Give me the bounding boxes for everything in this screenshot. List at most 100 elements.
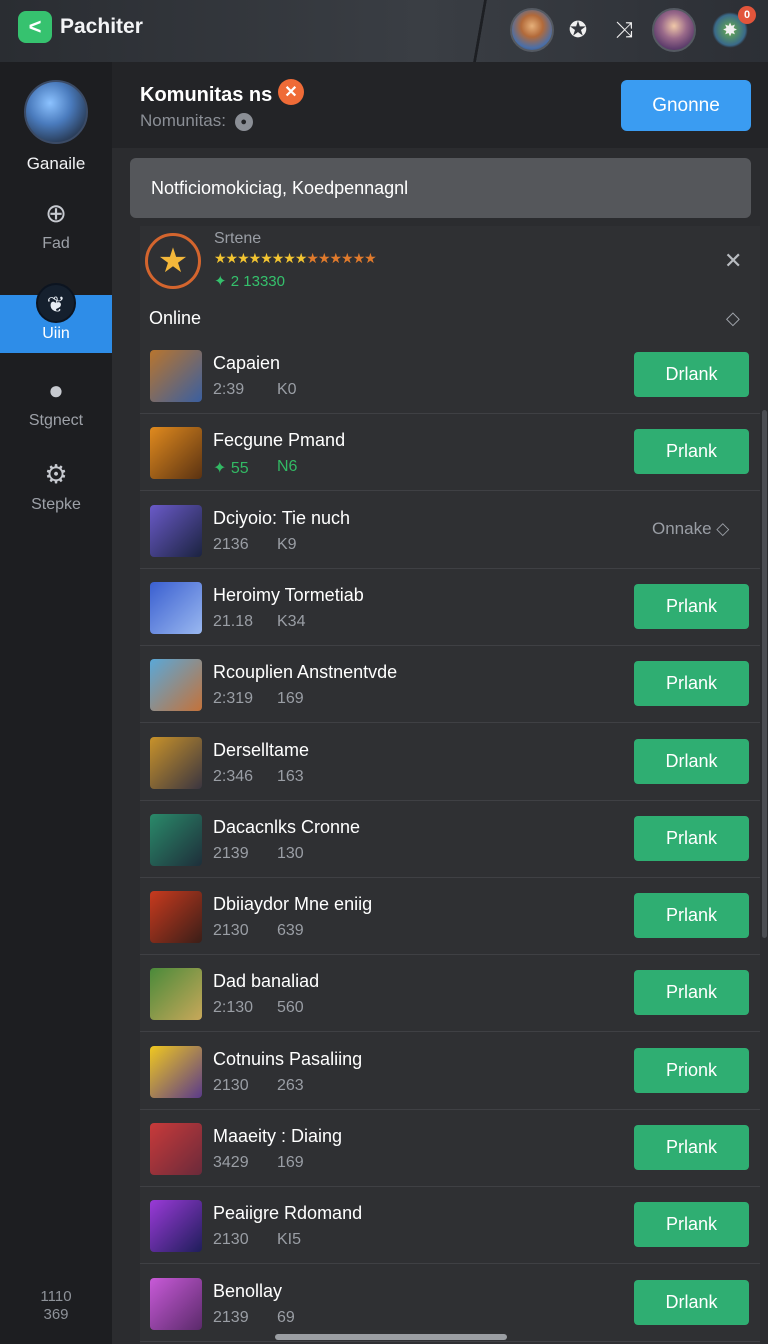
sidebar: Ganaile ⊕ Fad ❦ Uiin ● Stgnect ⚙ Stepke … xyxy=(0,62,112,1344)
panel-subtitle: Nomunitas: ● xyxy=(140,111,253,131)
back-logo-icon[interactable]: < xyxy=(18,11,52,43)
list-item[interactable]: Dbiiaydor Mne eniig 2130 639 Prlank xyxy=(140,878,760,956)
game-thumbnail xyxy=(150,659,202,712)
list-item[interactable]: Dacacnlks Cronne 2139 130 Prlank xyxy=(140,801,760,878)
friends-list: ★ Srtene ★★★★★★★★★★★★★★ ✦ 2 13330 ✕ Onli… xyxy=(140,226,760,1344)
item-action-button[interactable]: Prlank xyxy=(634,583,749,629)
item-stat-a: 2:39 xyxy=(213,381,245,398)
list-item[interactable]: Rcouplien Anstnentvde 2:319 169 Prlank xyxy=(140,646,760,724)
item-stat-a: 2:319 xyxy=(213,690,254,708)
shuffle-icon[interactable]: ⤨ xyxy=(608,14,640,46)
game-thumbnail xyxy=(150,1123,202,1175)
dismiss-icon[interactable]: ✕ xyxy=(724,248,742,274)
profile-count-value: 2 13330 xyxy=(230,273,285,290)
sprout-icon: ✦ xyxy=(214,273,227,290)
item-stat-b: 263 xyxy=(277,1076,304,1094)
game-thumbnail xyxy=(150,504,202,557)
item-stat-a: 3429 xyxy=(213,1154,249,1171)
game-thumbnail xyxy=(150,968,202,1021)
list-item[interactable]: Peaiigre Rdomand 2130 KI5 Prlank xyxy=(140,1187,760,1265)
primary-button[interactable]: Gnonne xyxy=(621,80,751,131)
list-item[interactable]: Dciyoio: Tie nuch 2136 K9 Onnake ◇ xyxy=(140,492,760,569)
settings-cog-icon[interactable]: ✪ xyxy=(562,14,594,46)
item-title: Dacacnlks Cronne xyxy=(213,816,361,837)
list-item[interactable]: Derselltame 2:346 163 Drlank xyxy=(140,724,760,801)
item-stat-a: 2130 xyxy=(213,1076,249,1094)
notification-bar[interactable]: Notficiomokiciag, Koedpennagnl xyxy=(130,158,751,218)
item-stat-b: 560 xyxy=(277,999,304,1017)
sidebar-item-stgnect[interactable]: ● Stgnect xyxy=(0,374,112,430)
item-title: Peaiigre Rdomand xyxy=(213,1203,363,1224)
game-thumbnail xyxy=(150,581,202,634)
item-stat-a: 2:346 xyxy=(213,767,254,785)
scrollbar[interactable] xyxy=(762,410,767,938)
profile-count: ✦ 2 13330 xyxy=(214,272,285,290)
panel-header: Komunitas ns ✕ Nomunitas: ● Gnonne xyxy=(112,62,768,148)
list-item[interactable]: Capaien 2:39 K0 Drlank xyxy=(140,337,760,414)
sidebar-item-label: Fad xyxy=(42,235,70,252)
star-badge-icon: ★ xyxy=(145,233,201,289)
top-bar-divider xyxy=(470,0,490,62)
item-stat-a: 2139 xyxy=(213,1308,249,1326)
item-stat-b: 163 xyxy=(277,767,304,785)
sidebar-item-stepke[interactable]: ⚙ Stepke xyxy=(0,458,112,514)
panel-title: Komunitas ns xyxy=(140,84,273,106)
item-title: Benollay xyxy=(213,1280,283,1301)
notification-badge: 0 xyxy=(738,6,756,24)
item-stat-a: ✦ 55 xyxy=(213,460,249,478)
item-title: Cotnuins Pasaliing xyxy=(213,1048,363,1069)
item-status[interactable]: Onnake ◇ xyxy=(652,519,729,539)
girl-avatar-icon[interactable] xyxy=(652,8,696,52)
list-item[interactable]: Maaeity : Diaing 3429 169 Prlank xyxy=(140,1110,760,1187)
profile-label: Ganaile xyxy=(26,154,86,173)
game-thumbnail xyxy=(150,813,202,866)
diamond-icon[interactable]: ◇ xyxy=(726,308,740,329)
top-bar: < Pachiter ✪ ⤨ ✸ 0 xyxy=(0,0,768,62)
sidebar-item-label: Stgnect xyxy=(28,412,84,429)
home-indicator[interactable] xyxy=(275,1334,507,1340)
footer-line: 369 xyxy=(43,1306,69,1323)
game-thumbnail xyxy=(150,1200,202,1253)
item-title: Dbiiaydor Mne eniig xyxy=(213,894,373,915)
app-title: Pachiter xyxy=(60,15,143,38)
item-action-button[interactable]: Drlank xyxy=(634,738,749,784)
list-item[interactable]: Benollay 2139 69 Drlank xyxy=(140,1265,760,1342)
item-action-button[interactable]: Prlank xyxy=(634,429,749,475)
sidebar-item-uiin[interactable]: ❦ Uiin xyxy=(0,283,112,353)
community-panel: Komunitas ns ✕ Nomunitas: ● Gnonne Notfi… xyxy=(112,62,768,1344)
item-action-button[interactable]: Prlank xyxy=(634,661,749,707)
knight-avatar-icon[interactable] xyxy=(510,8,554,52)
rating-stars: ★★★★★★★★★★★★★★ xyxy=(214,250,377,267)
game-thumbnail xyxy=(150,891,202,944)
item-stat-b: 130 xyxy=(277,844,304,862)
sidebar-item-label: Stepke xyxy=(31,496,81,513)
item-title: Maaeity : Diaing xyxy=(213,1126,343,1146)
list-item[interactable]: Heroimy Tormetiab 21.18 K34 Prlank xyxy=(140,569,760,646)
item-action-button[interactable]: Prlank xyxy=(634,1125,749,1170)
item-action-button[interactable]: Drlank xyxy=(634,1279,749,1325)
sidebar-footer: 1110 369 xyxy=(0,1288,112,1324)
sidebar-item-fad[interactable]: ⊕ Fad xyxy=(0,197,112,253)
chat-bubble-icon: ⊕ xyxy=(45,198,67,228)
item-stat-b: KI5 xyxy=(277,1231,302,1249)
profile-avatar[interactable] xyxy=(24,80,88,144)
item-action-button[interactable]: Drlank xyxy=(634,352,749,397)
item-action-button[interactable]: Prionk xyxy=(634,1047,749,1093)
list-item[interactable]: Dad banaliad 2:130 560 Prlank xyxy=(140,955,760,1033)
list-item[interactable]: Cotnuins Pasaliing 2130 263 Prionk xyxy=(140,1033,760,1110)
item-stat-b: N6 xyxy=(277,458,298,476)
panel-subtitle-text: Nomunitas: xyxy=(140,111,226,130)
list-item[interactable]: Fecgune Pmand ✦ 55 N6 Prlank xyxy=(140,414,760,492)
item-stat-b: K9 xyxy=(277,535,297,553)
game-thumbnail xyxy=(150,1045,202,1098)
item-title: Rcouplien Anstnentvde xyxy=(213,662,398,683)
item-title: Derselltame xyxy=(213,739,310,760)
close-icon[interactable]: ✕ xyxy=(278,79,304,105)
item-action-button[interactable]: Prlank xyxy=(634,893,749,939)
item-stat-b: 169 xyxy=(277,1154,304,1171)
item-action-button[interactable]: Prlank xyxy=(634,1202,749,1248)
footer-line: 1110 xyxy=(40,1288,72,1305)
item-action-button[interactable]: Prlank xyxy=(634,815,749,861)
sidebar-item-label: Uiin xyxy=(42,325,70,342)
item-action-button[interactable]: Prlank xyxy=(634,970,749,1016)
